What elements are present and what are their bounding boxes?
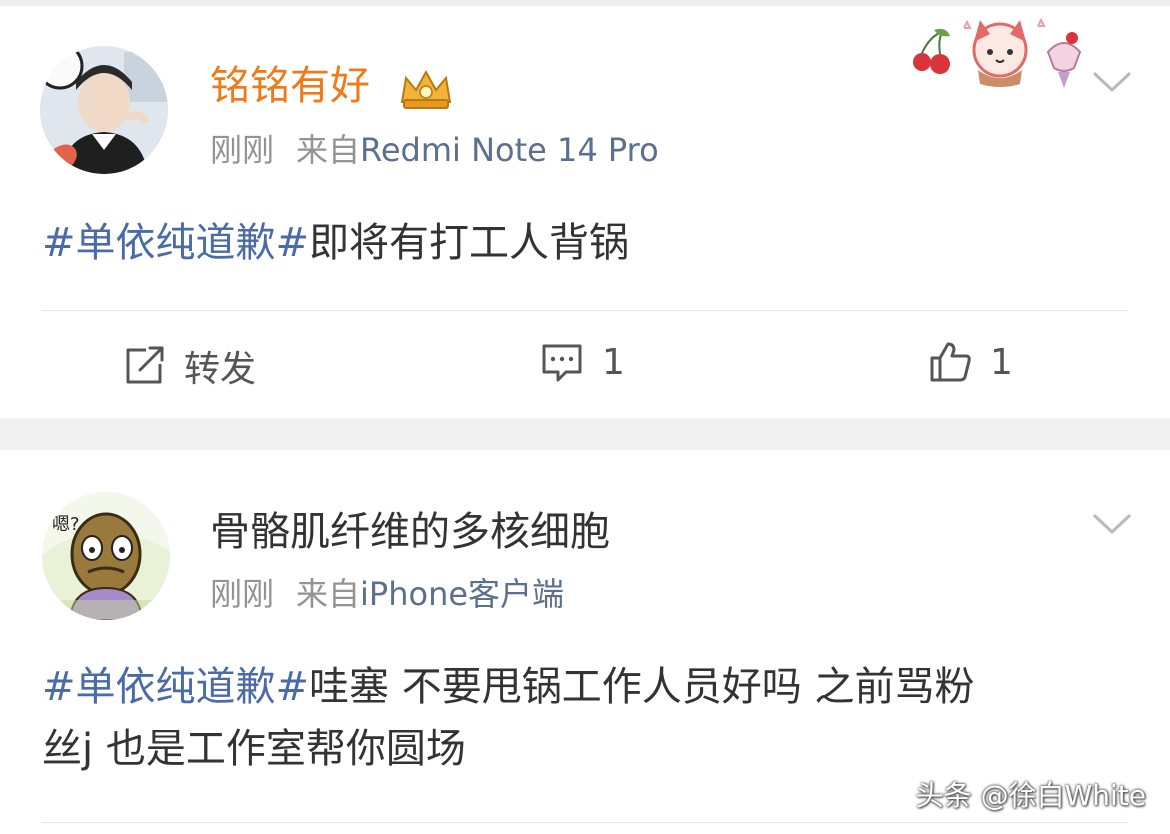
post-source[interactable]: Redmi Note 14 Pro bbox=[360, 131, 659, 169]
divider bbox=[42, 310, 1128, 311]
username[interactable]: 骨骼肌纤维的多核细胞 bbox=[210, 508, 610, 556]
post-meta: 刚刚 来自Redmi Note 14 Pro bbox=[210, 130, 659, 170]
like-count: 1 bbox=[990, 341, 1013, 383]
source-prefix: 来自 bbox=[296, 131, 361, 169]
post-content: #单依纯道歉#即将有打工人背锅 bbox=[42, 212, 1132, 274]
repost-icon bbox=[126, 346, 164, 384]
user-avatar[interactable]: 嗯? bbox=[42, 492, 170, 620]
crown-badge-icon bbox=[400, 69, 452, 109]
comment-count: 1 bbox=[602, 341, 625, 383]
chevron-down-icon[interactable] bbox=[1092, 512, 1132, 536]
chevron-down-icon[interactable] bbox=[1092, 70, 1132, 94]
comment-icon bbox=[542, 344, 582, 382]
post-content: #单依纯道歉#哇塞 不要甩锅工作人员好吗 之前骂粉 丝j 也是工作室帮你圆场 bbox=[42, 656, 1142, 780]
post-text: 哇塞 不要甩锅工作人员好吗 之前骂粉 bbox=[309, 664, 975, 710]
avatar-caption: 嗯? bbox=[52, 514, 80, 535]
watermark: 头条 @徐白White bbox=[915, 779, 1146, 812]
source-prefix: 来自 bbox=[296, 575, 361, 613]
topic-link[interactable]: #单依纯道歉# bbox=[42, 220, 309, 266]
card-separator bbox=[0, 418, 1170, 450]
post-card-1: 铭铭有好 刚刚 来自Redmi Note 14 Pro #单依纯道歉#即将有打工人… bbox=[0, 6, 1170, 418]
like-button[interactable]: 1 bbox=[928, 340, 1013, 384]
thumbs-up-icon bbox=[930, 342, 971, 382]
post-meta: 刚刚 来自iPhone客户端 bbox=[210, 574, 564, 614]
repost-button[interactable]: 转发 bbox=[122, 340, 256, 392]
comment-button[interactable]: 1 bbox=[540, 340, 625, 384]
post-source[interactable]: iPhone客户端 bbox=[360, 575, 564, 613]
username[interactable]: 铭铭有好 bbox=[210, 62, 370, 110]
post-text: 即将有打工人背锅 bbox=[309, 220, 630, 266]
post-text-line-1: #单依纯道歉#哇塞 不要甩锅工作人员好吗 之前骂粉 bbox=[42, 656, 1142, 718]
avatar-image bbox=[40, 46, 168, 174]
topic-link[interactable]: #单依纯道歉# bbox=[42, 664, 309, 710]
user-avatar[interactable] bbox=[40, 46, 168, 174]
divider bbox=[42, 822, 1128, 823]
card-decoration bbox=[913, 17, 1082, 88]
repost-label: 转发 bbox=[184, 349, 257, 390]
post-time: 刚刚 bbox=[210, 575, 275, 613]
post-time: 刚刚 bbox=[210, 131, 275, 169]
post-text-line-2: 丝j 也是工作室帮你圆场 bbox=[42, 726, 466, 772]
